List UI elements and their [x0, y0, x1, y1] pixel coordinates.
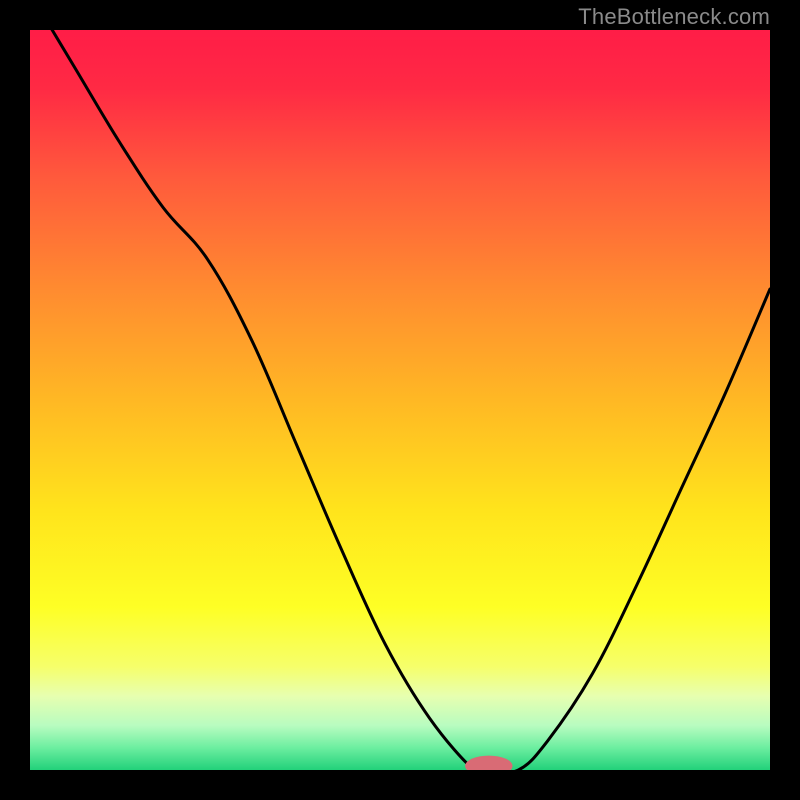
- watermark-label: TheBottleneck.com: [578, 4, 770, 30]
- chart-frame: TheBottleneck.com: [0, 0, 800, 800]
- gradient-background: [30, 30, 770, 770]
- plot-area: [30, 30, 770, 770]
- bottleneck-chart: [30, 30, 770, 770]
